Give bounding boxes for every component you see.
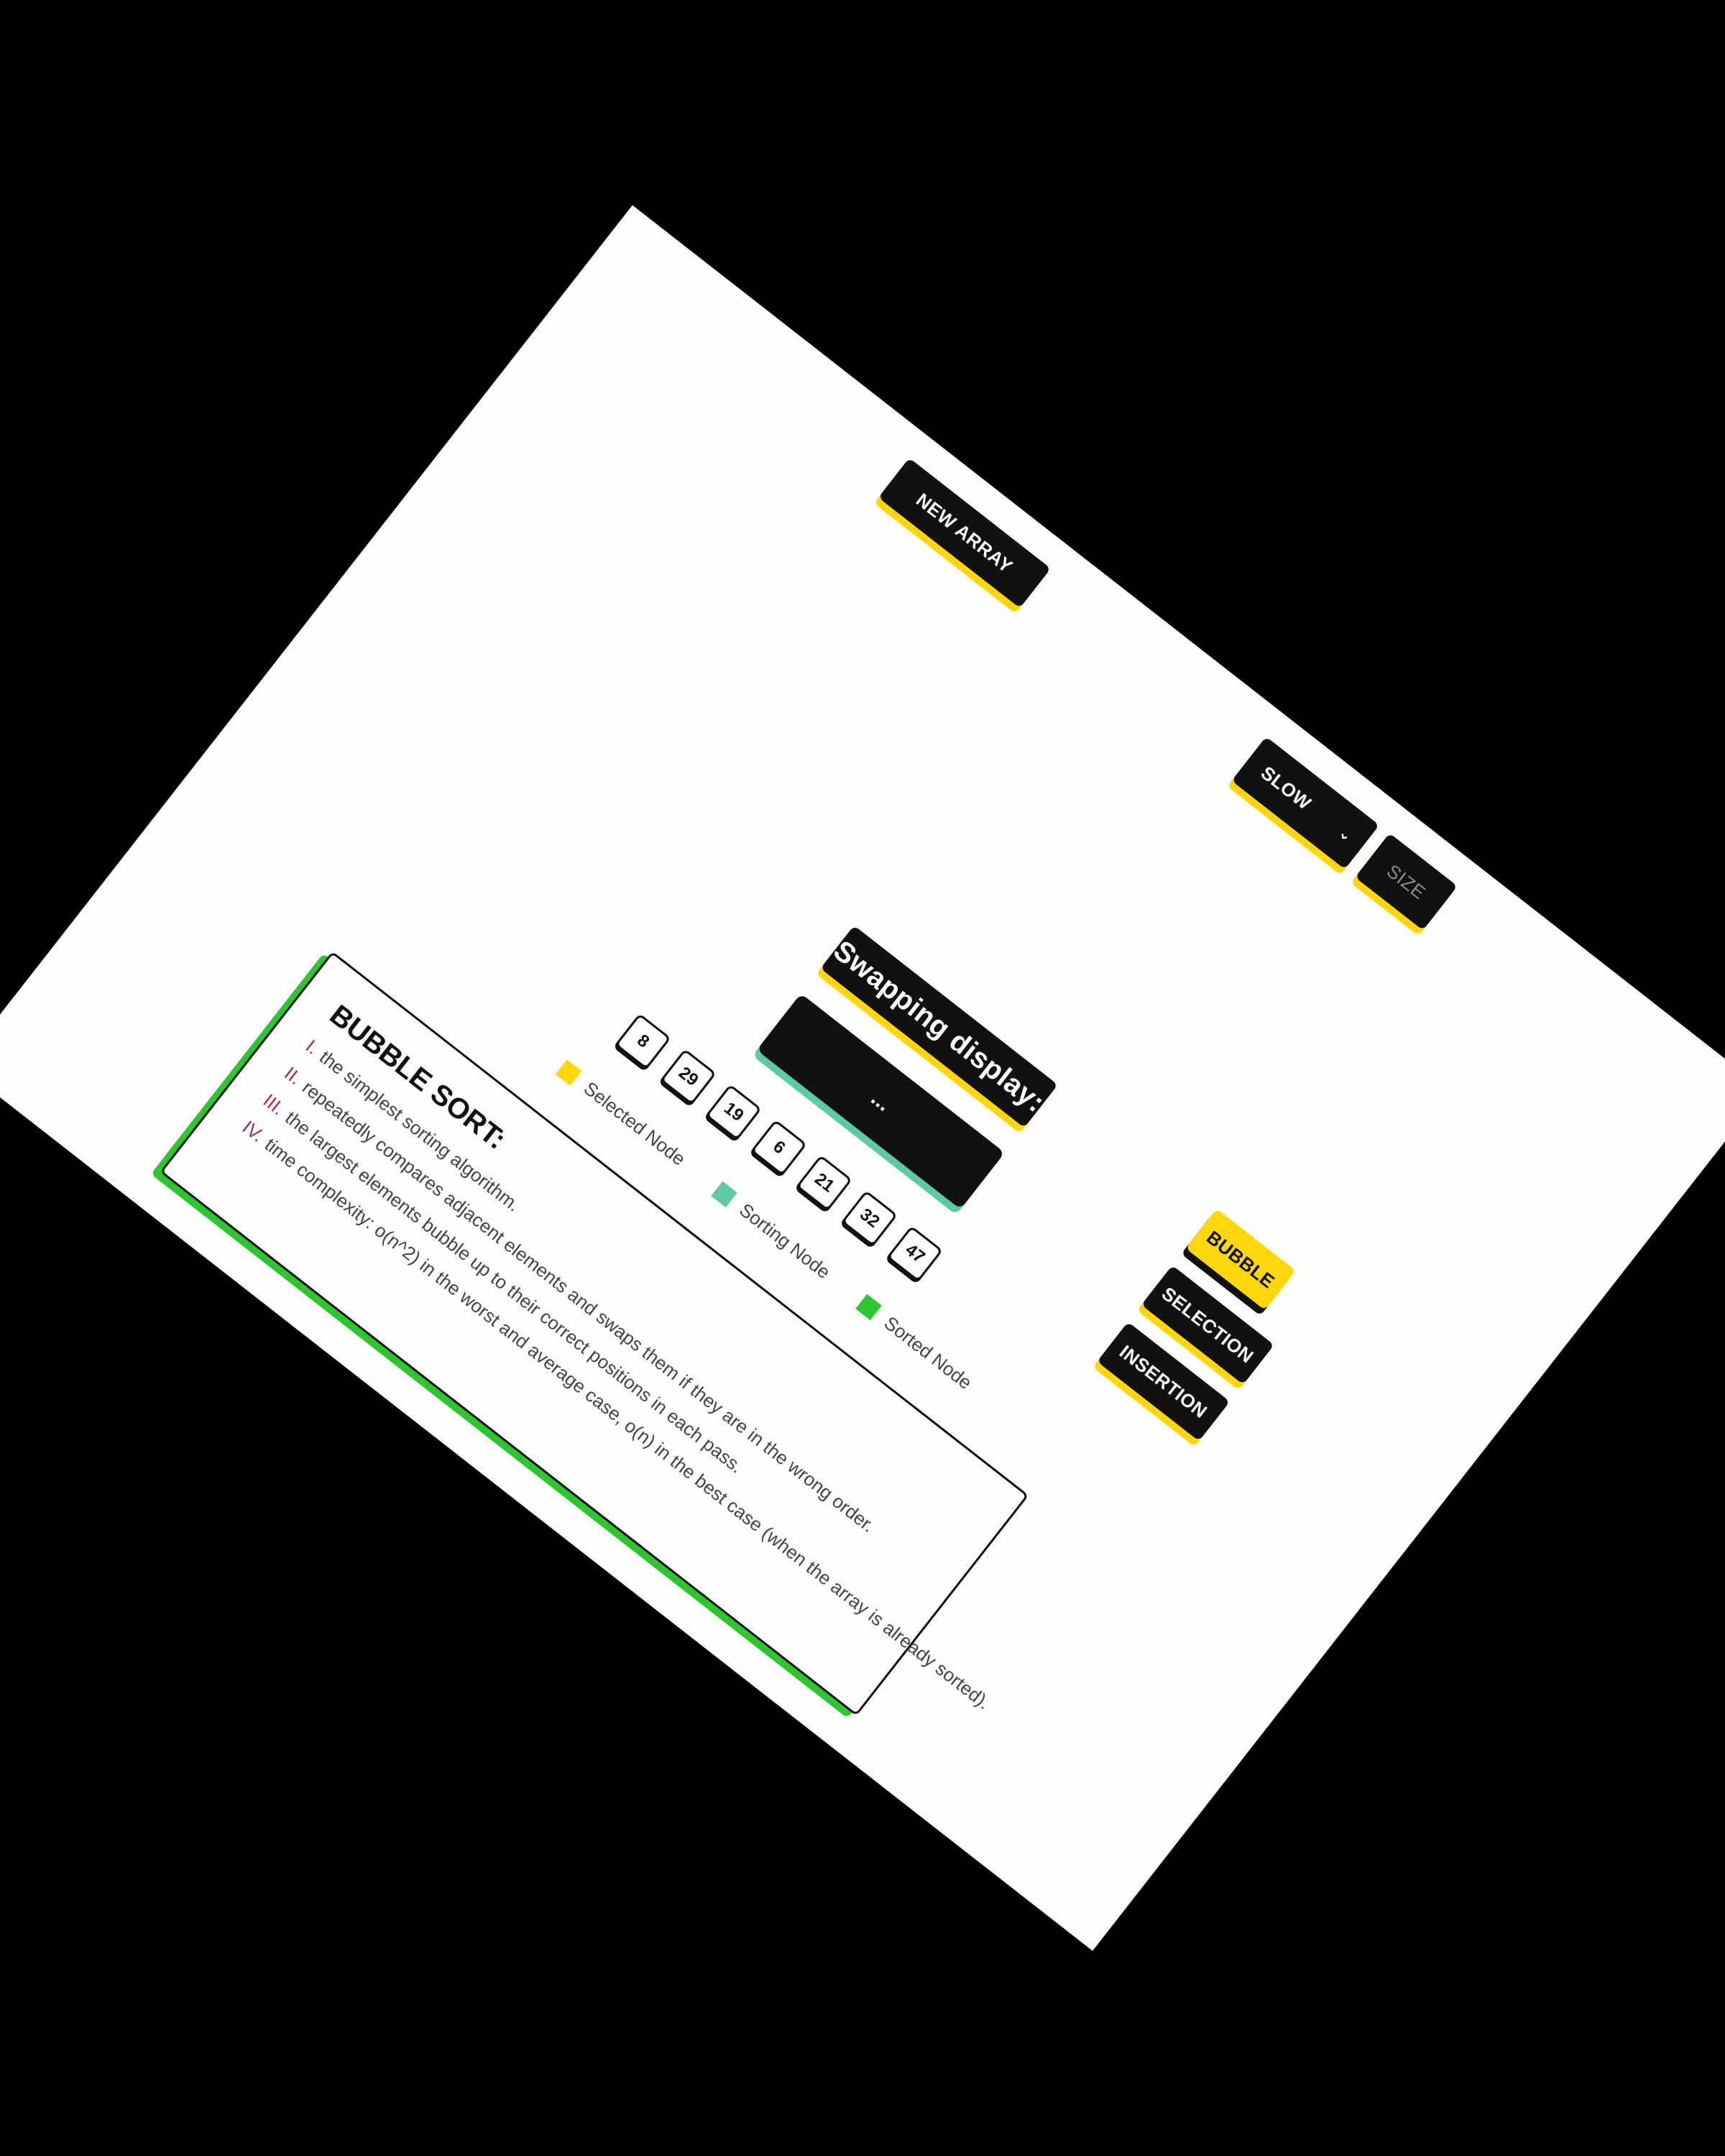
- sorted-swatch: [855, 1294, 883, 1320]
- info-numeral: III.: [259, 1089, 290, 1120]
- sorting-swatch: [711, 1180, 737, 1207]
- chevron-down-icon: ⌄: [1335, 824, 1356, 845]
- array-node: 21: [796, 1154, 853, 1212]
- legend-label-sorted: Sorted Node: [880, 1312, 977, 1394]
- selected-swatch: [555, 1059, 582, 1086]
- info-numeral: II.: [280, 1062, 306, 1089]
- array-node: 8: [615, 1013, 671, 1070]
- speed-select[interactable]: SLOW ⌄: [1231, 736, 1380, 870]
- sorting-visualizer-page: NEW ARRAY SLOW ⌄ SIZE BUBBLE SELECTION I…: [0, 205, 1725, 1951]
- array-node: 47: [886, 1225, 944, 1282]
- size-input[interactable]: SIZE: [1355, 833, 1458, 931]
- array-node: 6: [750, 1119, 807, 1176]
- screen: NEW ARRAY SLOW ⌄ SIZE BUBBLE SELECTION I…: [0, 0, 1725, 2156]
- info-numeral: IV.: [238, 1116, 269, 1147]
- array-node: 32: [841, 1190, 898, 1247]
- info-numeral: I.: [301, 1035, 323, 1059]
- speed-select-value: SLOW: [1257, 761, 1316, 814]
- array-node: 19: [705, 1084, 762, 1141]
- info-line: II.repeatedly compares adjacent elements…: [280, 1061, 932, 1578]
- new-array-button[interactable]: NEW ARRAY: [878, 458, 1052, 609]
- array-node: 29: [660, 1049, 717, 1105]
- legend-label-sorting: Sorting Node: [735, 1199, 835, 1284]
